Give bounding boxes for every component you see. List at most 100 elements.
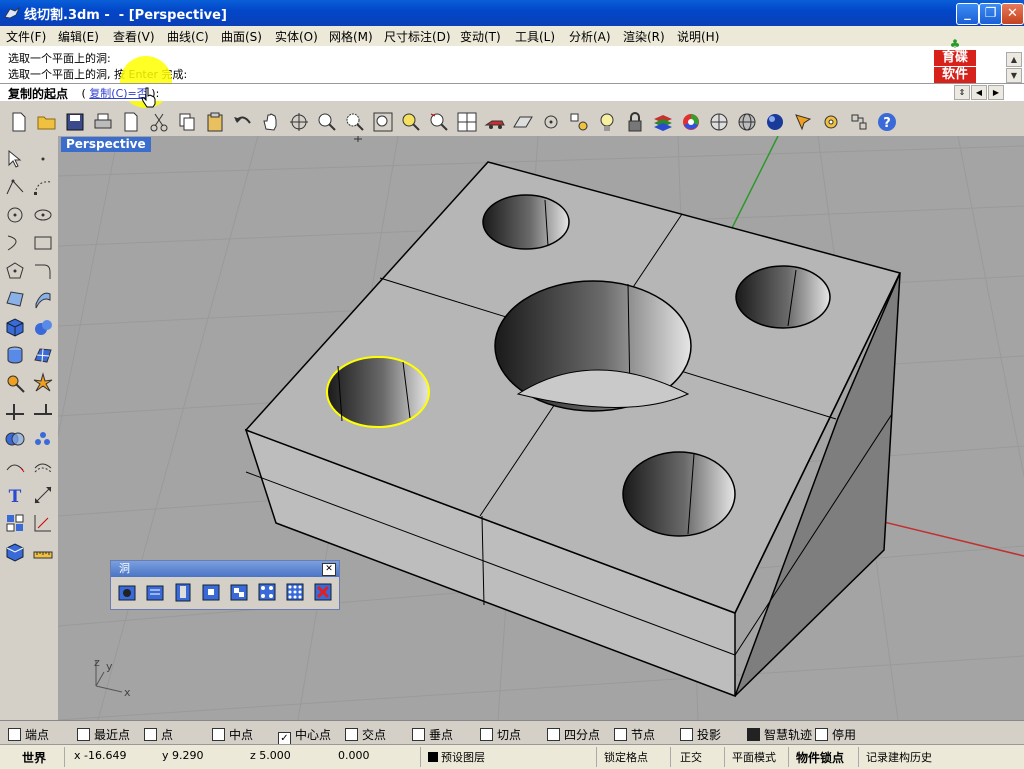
menu-render[interactable]: 渲染(R) [623, 28, 665, 45]
history-scroll-down-icon[interactable]: ▼ [1006, 68, 1022, 83]
pick-point-icon[interactable] [792, 111, 814, 133]
menu-surface[interactable]: 曲面(S) [221, 28, 262, 45]
osnap-center[interactable]: ✓ 中心点 [278, 726, 331, 745]
new-file-icon[interactable] [8, 111, 30, 133]
text-icon[interactable]: T [4, 484, 26, 506]
menu-transform[interactable]: 变动(T) [460, 28, 501, 45]
menu-mesh[interactable]: 网格(M) [329, 28, 373, 45]
menu-edit[interactable]: 编辑(E) [58, 28, 99, 45]
prompt-prev-icon[interactable]: ◀ [971, 85, 987, 100]
boolean-icon[interactable] [4, 428, 26, 450]
menu-help[interactable]: 说明(H) [677, 28, 719, 45]
prompt-next-icon[interactable]: ▶ [988, 85, 1004, 100]
osnap-smarttrack[interactable]: 智慧轨迹 [747, 726, 812, 743]
ellipse-icon[interactable] [32, 204, 54, 226]
transform-gear-icon[interactable] [4, 372, 26, 394]
ruler-icon[interactable] [32, 540, 54, 562]
menu-solid[interactable]: 实体(O) [275, 28, 318, 45]
menu-dimension[interactable]: 尺寸标注(D) [384, 28, 451, 45]
cylinder-icon[interactable] [4, 344, 26, 366]
osnap-end[interactable]: 端点 [8, 726, 49, 743]
place-hole-icon[interactable] [144, 581, 166, 603]
prompt-updown-icon[interactable]: ⇕ [954, 85, 970, 100]
osnap-quad[interactable]: 四分点 [547, 726, 600, 743]
paste-icon[interactable] [204, 111, 226, 133]
lock-icon[interactable] [624, 111, 646, 133]
menu-tools[interactable]: 工具(L) [515, 28, 555, 45]
pan-hand-icon[interactable] [260, 111, 282, 133]
status-cplane[interactable]: 世界 [22, 749, 46, 766]
osnap-mid-checkbox[interactable] [212, 728, 225, 741]
polyline-icon[interactable] [4, 176, 26, 198]
circle-icon[interactable] [4, 204, 26, 226]
osnap-disable-checkbox[interactable] [815, 728, 828, 741]
close-button[interactable]: ✕ [1001, 3, 1024, 25]
offset-curve-icon[interactable] [32, 456, 54, 478]
minimize-button[interactable]: _ [956, 3, 979, 25]
properties-icon[interactable] [848, 111, 870, 133]
page-setup-icon[interactable] [120, 111, 142, 133]
osnap-int[interactable]: 交点 [345, 726, 386, 743]
mesh-icon[interactable] [32, 344, 54, 366]
block-icon[interactable] [4, 512, 26, 534]
extrude-surface-icon[interactable] [32, 288, 54, 310]
osnap-toggle-icon[interactable] [568, 111, 590, 133]
hole-top-left[interactable] [482, 194, 570, 250]
options-gear-icon[interactable] [820, 111, 842, 133]
osnap-knot[interactable]: 节点 [614, 726, 655, 743]
osnap-perp[interactable]: 垂点 [412, 726, 453, 743]
surface-icon[interactable] [4, 288, 26, 310]
restore-button[interactable]: ❐ [979, 3, 1002, 25]
extend-curve-icon[interactable] [4, 456, 26, 478]
trim-icon[interactable] [4, 400, 26, 422]
array-hole-polar-icon[interactable] [284, 581, 306, 603]
osnap-mid[interactable]: 中点 [212, 726, 253, 743]
osnap-quad-checkbox[interactable] [547, 728, 560, 741]
palette-title-bar[interactable]: 洞 ✕ [111, 561, 339, 577]
zoom-extents-icon[interactable] [372, 111, 394, 133]
osnap-end-checkbox[interactable] [8, 728, 21, 741]
box-solid-icon[interactable] [4, 316, 26, 338]
hole-left-selected[interactable] [326, 356, 430, 428]
history-scroll-up-icon[interactable]: ▲ [1006, 52, 1022, 67]
status-history[interactable]: 记录建构历史 [866, 749, 932, 765]
undo-view-icon[interactable] [428, 111, 450, 133]
make-hole-icon[interactable] [116, 581, 138, 603]
fillet-icon[interactable] [32, 260, 54, 282]
round-hole-icon[interactable] [172, 581, 194, 603]
osnap-tan-checkbox[interactable] [480, 728, 493, 741]
perspective-viewport[interactable]: z y x Perspective [58, 136, 1024, 720]
open-folder-icon[interactable] [36, 111, 58, 133]
osnap-tan[interactable]: 切点 [480, 726, 521, 743]
osnap-project[interactable]: 投影 [680, 726, 721, 743]
print-icon[interactable] [92, 111, 114, 133]
point-cloud-icon[interactable] [32, 428, 54, 450]
select-arrow-icon[interactable] [4, 148, 26, 170]
prompt-option-copy[interactable]: 复制(C)=否 [89, 87, 147, 100]
osnap-perp-checkbox[interactable] [412, 728, 425, 741]
zoom-selected-icon[interactable] [400, 111, 422, 133]
solid-tools-icon[interactable] [4, 540, 26, 562]
menu-view[interactable]: 查看(V) [113, 28, 155, 45]
arc-icon[interactable] [4, 232, 26, 254]
viewport-title[interactable]: Perspective [61, 137, 151, 152]
osnap-int-checkbox[interactable] [345, 728, 358, 741]
rhino-app-icon[interactable] [4, 5, 20, 21]
menu-file[interactable]: 文件(F) [6, 28, 46, 45]
osnap-smarttrack-checkbox[interactable] [747, 728, 760, 741]
status-layer[interactable]: 预设图层 [428, 749, 485, 765]
palette-close-button[interactable]: ✕ [322, 563, 336, 576]
osnap-near[interactable]: 最近点 [77, 726, 130, 743]
status-ortho[interactable]: 正交 [680, 749, 702, 765]
zoom-dynamic-icon[interactable] [316, 111, 338, 133]
menu-analyze[interactable]: 分析(A) [569, 28, 611, 45]
delete-hole-icon[interactable] [312, 581, 334, 603]
dimension-icon[interactable] [32, 484, 54, 506]
point-grid-icon[interactable] [540, 111, 562, 133]
rotate-view-icon[interactable] [288, 111, 310, 133]
osnap-point-checkbox[interactable] [144, 728, 157, 741]
split-icon[interactable] [32, 400, 54, 422]
save-icon[interactable] [64, 111, 86, 133]
color-wheel-icon[interactable] [680, 111, 702, 133]
menu-curve[interactable]: 曲线(C) [167, 28, 209, 45]
